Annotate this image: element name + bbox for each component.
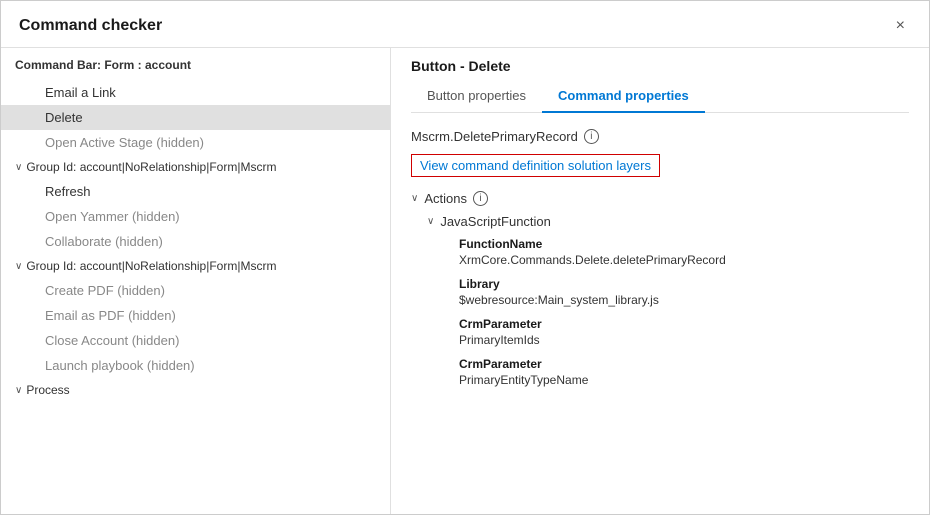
dialog-header: Command checker × bbox=[1, 1, 929, 48]
list-item[interactable]: Create PDF (hidden) bbox=[1, 278, 390, 303]
group-label: Group Id: account|NoRelationship|Form|Ms… bbox=[26, 160, 276, 174]
library-label: Library bbox=[459, 277, 909, 291]
tab-button-properties[interactable]: Button properties bbox=[411, 82, 542, 113]
crmparam1-value: PrimaryItemIds bbox=[459, 333, 909, 347]
function-name-value: XrmCore.Commands.Delete.deletePrimaryRec… bbox=[459, 253, 909, 267]
chevron-down-icon: ∨ bbox=[411, 193, 418, 204]
command-name-row: Mscrm.DeletePrimaryRecord i bbox=[411, 129, 909, 144]
group-header: ∨ Group Id: account|NoRelationship|Form|… bbox=[1, 155, 390, 179]
right-panel-title: Button - Delete bbox=[411, 58, 909, 74]
group-label: Group Id: account|NoRelationship|Form|Ms… bbox=[26, 259, 276, 273]
info-icon[interactable]: i bbox=[473, 191, 488, 206]
tabs: Button properties Command properties bbox=[411, 82, 909, 113]
list-item-delete[interactable]: Delete bbox=[1, 105, 390, 130]
view-solution-layers-link[interactable]: View command definition solution layers bbox=[420, 158, 651, 173]
left-panel: Command Bar: Form : account Email a Link… bbox=[1, 48, 391, 514]
group-label: Process bbox=[26, 383, 69, 397]
chevron-down-icon: ∨ bbox=[15, 261, 22, 272]
list-item[interactable]: Email a Link bbox=[1, 80, 390, 105]
crmparam2-label: CrmParameter bbox=[459, 357, 909, 371]
property-crmparam-2: CrmParameter PrimaryEntityTypeName bbox=[459, 357, 909, 387]
group-header: ∨ Group Id: account|NoRelationship|Form|… bbox=[1, 254, 390, 278]
javascript-function-header: ∨ JavaScriptFunction bbox=[427, 214, 909, 229]
property-library: Library $webresource:Main_system_library… bbox=[459, 277, 909, 307]
right-panel-content: Mscrm.DeletePrimaryRecord i View command… bbox=[391, 113, 929, 514]
right-panel: Button - Delete Button properties Comman… bbox=[391, 48, 929, 514]
actions-label: Actions bbox=[424, 191, 467, 206]
left-panel-header: Command Bar: Form : account bbox=[1, 48, 390, 80]
list-item[interactable]: Refresh bbox=[1, 179, 390, 204]
command-name: Mscrm.DeletePrimaryRecord bbox=[411, 129, 578, 144]
close-button[interactable]: × bbox=[890, 15, 911, 37]
group-header: ∨ Process bbox=[1, 378, 390, 402]
javascript-function-label: JavaScriptFunction bbox=[440, 214, 551, 229]
info-icon[interactable]: i bbox=[584, 129, 599, 144]
list-item[interactable]: Close Account (hidden) bbox=[1, 328, 390, 353]
crmparam1-label: CrmParameter bbox=[459, 317, 909, 331]
chevron-down-icon: ∨ bbox=[427, 216, 434, 227]
view-link-box: View command definition solution layers bbox=[411, 154, 660, 177]
command-checker-dialog: Command checker × Command Bar: Form : ac… bbox=[0, 0, 930, 515]
list-item[interactable]: Collaborate (hidden) bbox=[1, 229, 390, 254]
tab-command-properties[interactable]: Command properties bbox=[542, 82, 705, 113]
right-panel-header: Button - Delete Button properties Comman… bbox=[391, 48, 929, 113]
function-name-label: FunctionName bbox=[459, 237, 909, 251]
javascript-function-section: ∨ JavaScriptFunction FunctionName XrmCor… bbox=[427, 214, 909, 387]
list-item[interactable]: Open Yammer (hidden) bbox=[1, 204, 390, 229]
chevron-down-icon: ∨ bbox=[15, 385, 22, 396]
property-crmparam-1: CrmParameter PrimaryItemIds bbox=[459, 317, 909, 347]
dialog-body: Command Bar: Form : account Email a Link… bbox=[1, 48, 929, 514]
library-value: $webresource:Main_system_library.js bbox=[459, 293, 909, 307]
chevron-down-icon: ∨ bbox=[15, 162, 22, 173]
list-item[interactable]: Launch playbook (hidden) bbox=[1, 353, 390, 378]
list-item[interactable]: Open Active Stage (hidden) bbox=[1, 130, 390, 155]
property-function-name: FunctionName XrmCore.Commands.Delete.del… bbox=[459, 237, 909, 267]
actions-section-header: ∨ Actions i bbox=[411, 191, 909, 206]
list-item[interactable]: Email as PDF (hidden) bbox=[1, 303, 390, 328]
crmparam2-value: PrimaryEntityTypeName bbox=[459, 373, 909, 387]
dialog-title: Command checker bbox=[19, 17, 162, 35]
